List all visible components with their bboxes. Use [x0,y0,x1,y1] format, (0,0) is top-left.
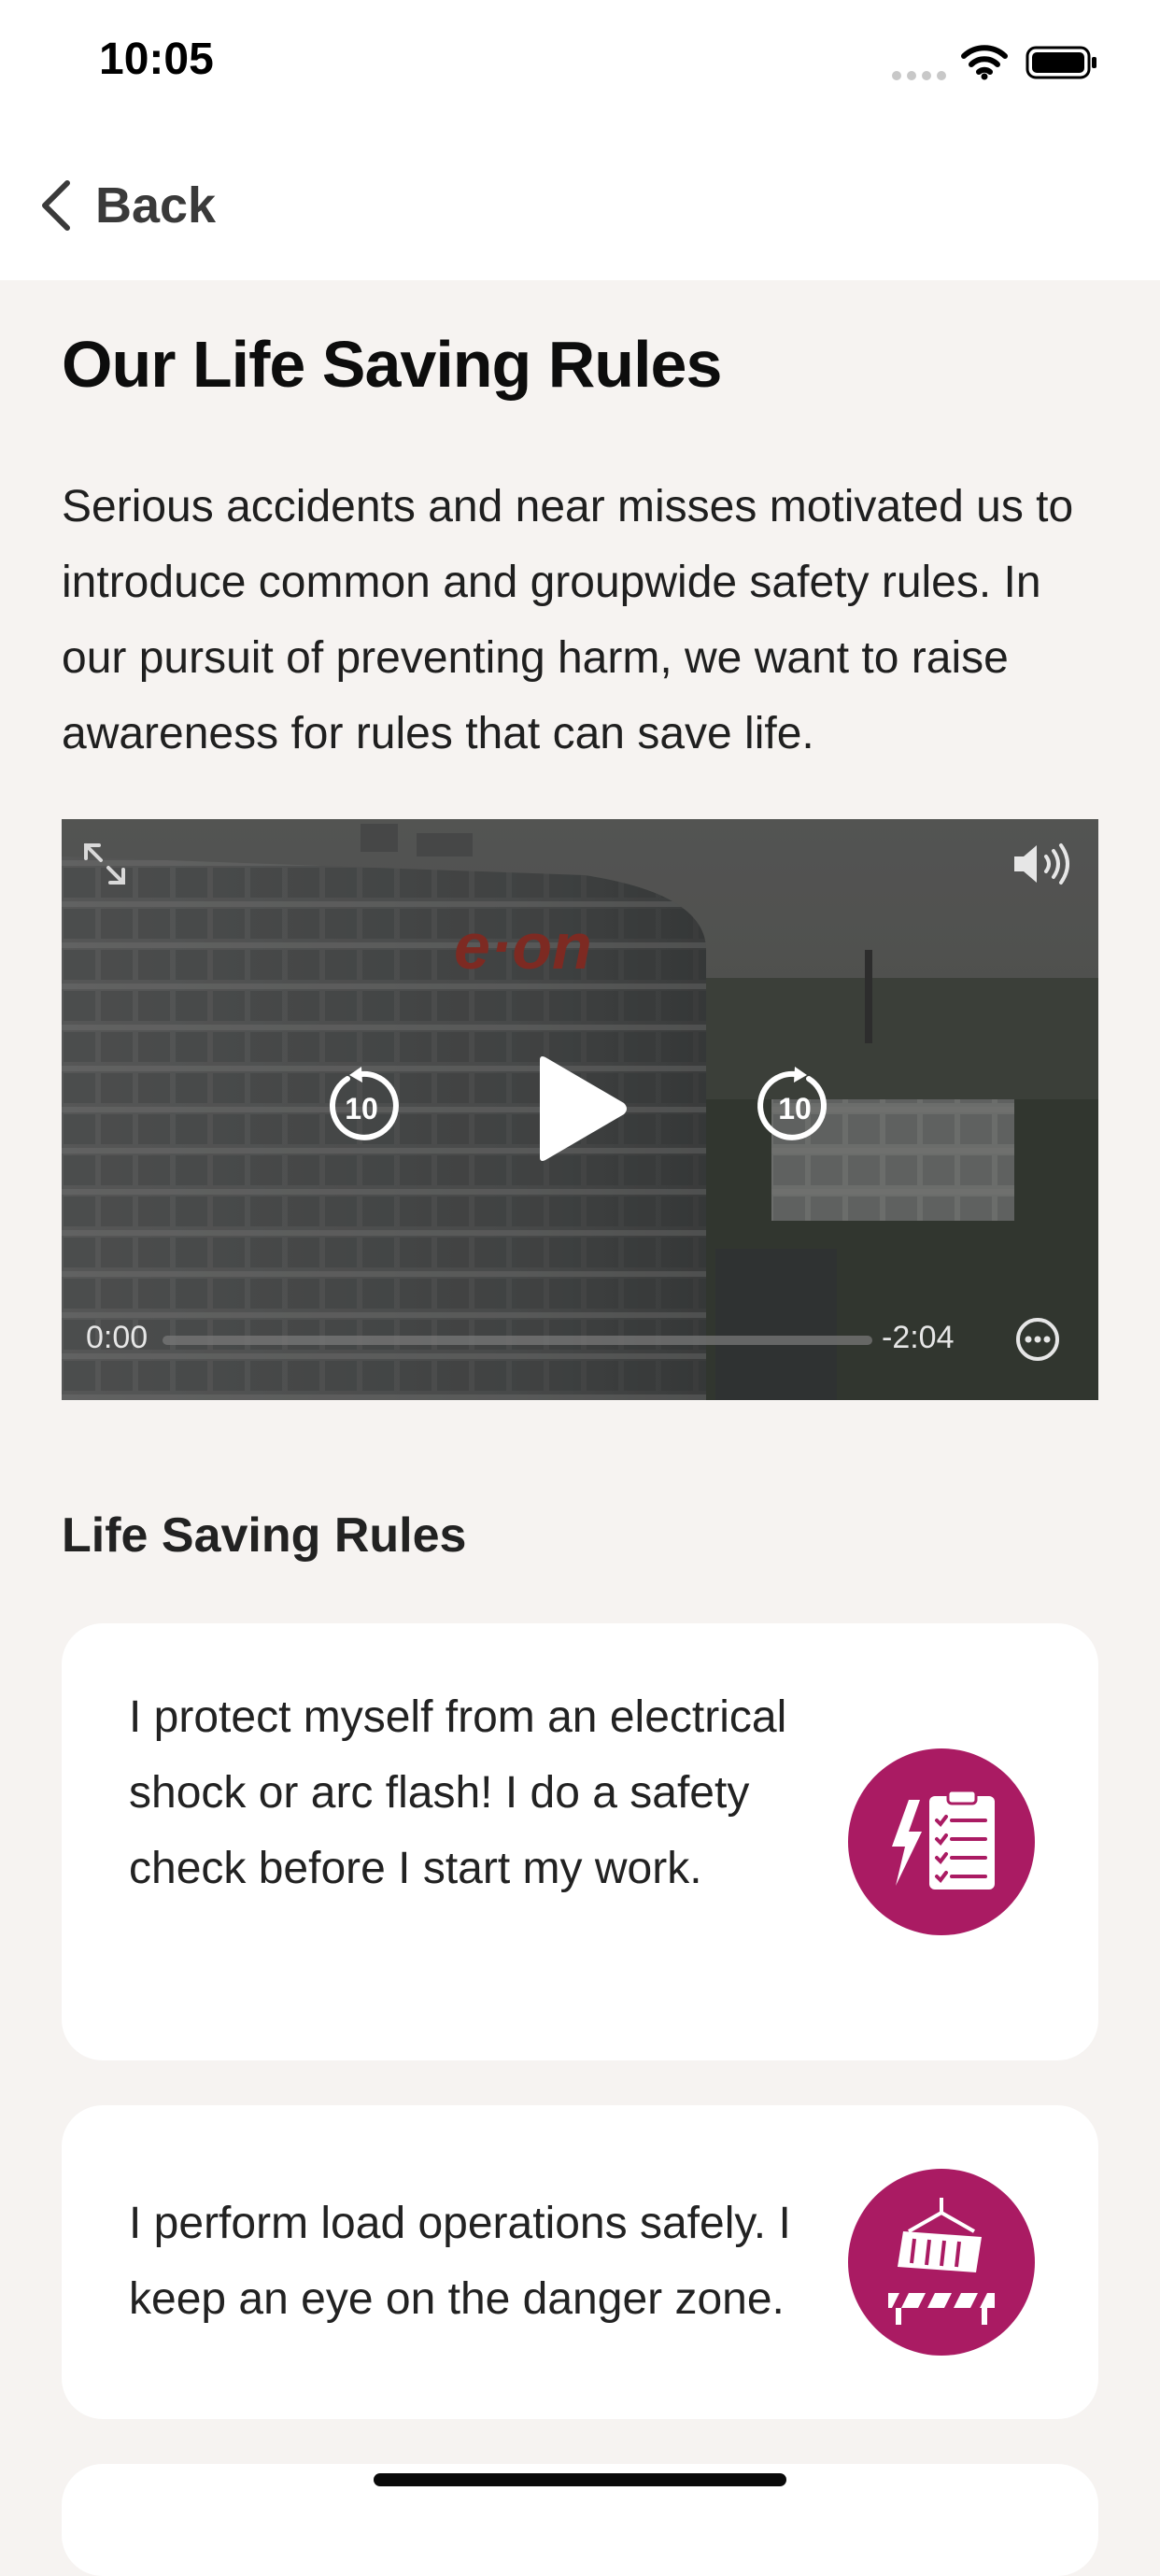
rule-text: I perform load operations safely. I keep… [129,2199,791,2324]
navigation-bar: Back [0,131,1160,280]
rule-card-load-operations[interactable]: I perform load operations safely. I keep… [62,2105,1098,2419]
rewind-10-icon[interactable]: 10 [321,1066,402,1146]
battery-icon [1026,46,1096,79]
status-time: 10:05 [99,35,214,84]
fullscreen-icon[interactable] [80,840,129,888]
suspended-load-icon [848,2169,1035,2356]
cellular-signal-icon [892,71,946,80]
back-label: Back [95,177,217,234]
play-icon[interactable] [529,1053,631,1165]
electrical-checklist-glyph [892,1789,995,1890]
section-title: Life Saving Rules [62,1508,467,1563]
wifi-icon [961,45,1008,80]
video-scrubber[interactable] [163,1336,872,1345]
suspended-load-glyph [888,2198,995,2325]
rule-text: I protect myself from an electrical shoc… [129,1692,787,1893]
volume-icon[interactable] [1011,840,1078,888]
elapsed-time: 0:00 [86,1320,149,1355]
intro-paragraph: Serious accidents and near misses motiva… [62,482,1074,758]
more-options-icon[interactable] [1014,1316,1061,1363]
video-player[interactable]: e·on 10 10 0:00 -2:04 [62,819,1098,1400]
remaining-time: -2:04 [882,1320,955,1355]
chevron-left-icon [42,180,70,231]
rewind-seconds-label: 10 [345,1092,378,1125]
page-title: Our Life Saving Rules [62,328,722,401]
electrical-checklist-icon [848,1748,1035,1935]
forward-seconds-label: 10 [778,1092,812,1125]
forward-10-icon[interactable]: 10 [755,1066,835,1146]
back-button[interactable]: Back [39,168,216,243]
rule-card-electrical[interactable]: I protect myself from an electrical shoc… [62,1623,1098,2060]
status-bar: 10:05 [0,0,1160,131]
home-indicator [374,2473,786,2486]
